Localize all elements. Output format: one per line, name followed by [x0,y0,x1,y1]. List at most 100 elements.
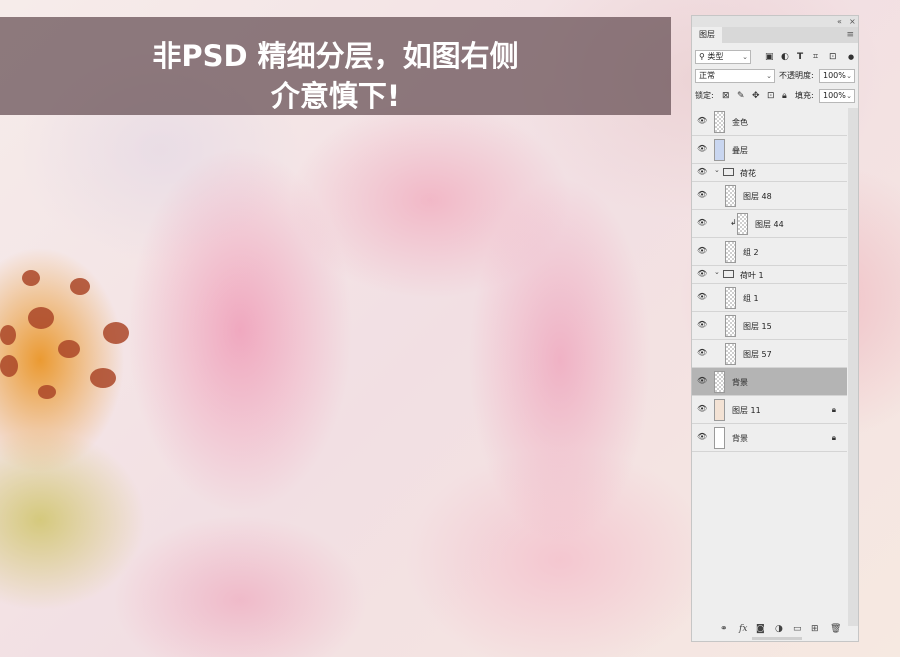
lock-transparent-icon[interactable]: ⊠ [722,89,730,103]
fill-label: 填充: [795,91,814,100]
layer-row[interactable]: 👁︎ 图层 11 🔒︎ [692,396,847,424]
panel-bottom-bar: ⚭ fx ◙ ◑ ▭ ⊞ 🗑︎ [692,622,858,636]
layer-name: 金色 [732,118,748,127]
layer-thumbnail [714,371,725,393]
layer-row[interactable]: 👁︎ 组 2 [692,238,847,266]
opacity-value: 100% [823,71,846,80]
folder-icon[interactable]: ▭ [793,622,802,636]
layer-thumbnail [725,343,736,365]
search-icon: ⚲ [699,52,705,61]
layer-row[interactable]: 👁︎ 背景 🔒︎ [692,424,847,452]
banner-line-2: 介意慎下! [270,79,401,113]
lock-icon: 🔒︎ [831,405,836,414]
layer-name: 组 1 [743,294,759,303]
layer-name: 图层 44 [755,220,784,229]
layer-thumbnail [725,315,736,337]
banner-line-1: 非PSD 精细分层，如图右侧 [152,39,519,73]
layer-name: 图层 48 [743,192,772,201]
filter-type-icon[interactable]: T [797,50,803,64]
opacity-input[interactable]: 100% ⌄ [819,69,855,83]
folder-icon [723,168,734,176]
lock-paint-icon[interactable]: ✎ [737,89,745,103]
tab-layers[interactable]: 图层 [692,27,722,43]
eye-icon[interactable]: 👁︎ [697,376,707,385]
layer-row[interactable]: 👁︎ 图层 57 [692,340,847,368]
chevron-down-icon: ⌄ [742,53,748,61]
layer-thumbnail [714,111,725,133]
filter-adjustment-icon[interactable]: ◐ [781,50,789,64]
layer-row[interactable]: 👁︎ 图层 48 [692,182,847,210]
layer-thumbnail [725,185,736,207]
filter-toggle-icon[interactable]: ● [848,50,854,64]
lock-move-icon[interactable]: ✥ [752,89,760,103]
layer-row[interactable]: 👁︎ 叠层 [692,136,847,164]
filter-pixel-icon[interactable]: ▣ [765,50,774,64]
layer-row[interactable]: 👁︎ 组 1 [692,284,847,312]
chevron-down-icon: ⌄ [846,72,852,80]
layer-group-row[interactable]: 👁︎ ⌄ 荷花 [692,164,847,182]
lock-row: 锁定: ⊠ ✎ ✥ ⊡ 🔒︎ 填充: 100% ⌄ [695,89,855,105]
lock-artboard-icon[interactable]: ⊡ [767,89,775,103]
layers-panel: « × 图层 ≡ ⚲ 类型 ⌄ ▣ ◐ T ⌗ ⊡ ● 正常 ⌄ 不透明度: 1… [691,15,859,642]
lock-icon: 🔒︎ [831,433,836,442]
link-icon[interactable]: ⚭ [720,622,728,636]
layer-name: 图层 15 [743,322,772,331]
layer-row[interactable]: 👁︎ 金色 [692,108,847,136]
layer-name: 叠层 [732,146,748,155]
eye-icon[interactable]: 👁︎ [697,320,707,329]
layer-thumbnail [714,427,725,449]
chevron-down-icon[interactable]: ⌄ [714,268,720,276]
eye-icon[interactable]: 👁︎ [697,190,707,199]
chevron-down-icon[interactable]: ⌄ [714,166,720,174]
lock-all-icon[interactable]: 🔒︎ [782,89,787,103]
chevron-down-icon: ⌄ [846,92,852,100]
filter-kind-select[interactable]: ⚲ 类型 ⌄ [695,50,751,64]
filter-kind-label: 类型 [707,52,724,61]
layer-name: 荷花 [740,169,756,178]
collapse-icon[interactable]: « [837,16,842,27]
layer-group-row[interactable]: 👁︎ ⌄ 荷叶 1 [692,266,847,284]
eye-icon[interactable]: 👁︎ [697,292,707,301]
layers-scrollbar[interactable] [848,108,858,626]
layer-name: 图层 11 [732,406,761,415]
eye-icon[interactable]: 👁︎ [697,144,707,153]
chevron-down-icon: ⌄ [766,72,772,80]
layer-row[interactable]: 👁︎ 背景 [692,368,847,396]
opacity-label: 不透明度: [779,71,814,80]
lock-label: 锁定: [695,91,714,100]
eye-icon[interactable]: 👁︎ [697,432,707,441]
layer-name: 荷叶 1 [740,271,764,280]
eye-icon[interactable]: 👁︎ [697,116,707,125]
eye-icon[interactable]: 👁︎ [697,218,707,227]
filter-shape-icon[interactable]: ⌗ [813,50,818,64]
eye-icon[interactable]: 👁︎ [697,348,707,357]
filter-smart-object-icon[interactable]: ⊡ [829,50,837,64]
panel-menu-icon[interactable]: ≡ [846,30,854,40]
layer-thumbnail [725,287,736,309]
layer-thumbnail [714,399,725,421]
blend-mode-value: 正常 [699,71,715,80]
blend-mode-select[interactable]: 正常 ⌄ [695,69,775,83]
new-layer-icon[interactable]: ⊞ [811,622,819,636]
fx-icon[interactable]: fx [739,622,747,636]
panel-titlebar: « × [692,16,858,27]
eye-icon[interactable]: 👁︎ [697,404,707,413]
eye-icon[interactable]: 👁︎ [697,167,707,176]
trash-icon[interactable]: 🗑︎ [830,622,841,636]
layer-name: 背景 [732,434,748,443]
layer-row[interactable]: 👁︎ ↲ 图层 44 [692,210,847,238]
close-icon[interactable]: × [849,16,856,27]
layer-thumbnail [737,213,748,235]
clipping-mask-icon: ↲ [730,218,737,227]
mask-icon[interactable]: ◙ [756,622,765,636]
layers-list: 👁︎ 金色 👁︎ 叠层 👁︎ ⌄ 荷花 👁︎ 图层 48 👁︎ ↲ 图层 44 👁︎ 组 2 👁︎ ⌄ 荷叶 1… [692,108,847,626]
blend-row: 正常 ⌄ 不透明度: 100% ⌄ [695,69,855,85]
panel-tabs: 图层 ≡ [692,27,858,43]
layer-row[interactable]: 👁︎ 图层 15 [692,312,847,340]
eye-icon[interactable]: 👁︎ [697,269,707,278]
fill-input[interactable]: 100% ⌄ [819,89,855,103]
eye-icon[interactable]: 👁︎ [697,246,707,255]
filter-row: ⚲ 类型 ⌄ ▣ ◐ T ⌗ ⊡ ● [695,50,855,66]
adjustment-icon[interactable]: ◑ [775,622,783,636]
resize-grip[interactable] [752,637,802,640]
